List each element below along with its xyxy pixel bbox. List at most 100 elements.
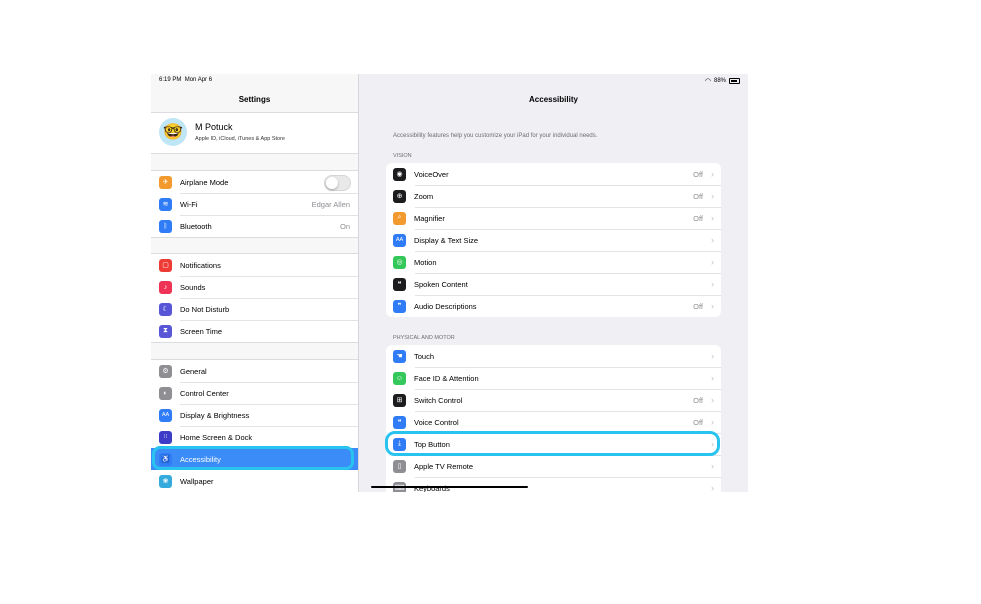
apple-id-profile-row[interactable]: 🤓 M Potuck Apple ID, iCloud, iTunes & Ap… xyxy=(151,112,358,154)
setting-label: Face ID & Attention xyxy=(414,373,479,383)
sidebar-group-connectivity: ✈ Airplane Mode ≋ Wi-Fi Edgar Allen ᛒ Bluetoot… xyxy=(151,170,358,238)
sidebar-item-do-not-disturb[interactable]: ☾ Do Not Disturb xyxy=(151,298,358,320)
sidebar-title: Settings xyxy=(238,95,271,104)
home-indicator[interactable] xyxy=(371,486,528,488)
vision-settings-card: ◉ VoiceOver Off › ⊕ Zoom Off › ⌕ Magnifier Off › AA D… xyxy=(386,163,721,317)
setting-label: Audio Descriptions xyxy=(414,301,477,311)
setting-label: VoiceOver xyxy=(414,169,449,179)
physical-motor-settings-card: ☚ Touch › ☺ Face ID & Attention › ⊞ Switch Cont… xyxy=(386,345,721,492)
setting-label: Zoom xyxy=(414,191,434,201)
sidebar-item-wallpaper[interactable]: ❀ Wallpaper xyxy=(151,470,358,492)
moon-icon: ☾ xyxy=(159,302,172,316)
audio-description-icon: ❞ xyxy=(393,299,406,313)
sidebar-item-notifications[interactable]: ▢ Notifications xyxy=(151,254,358,276)
sidebar-item-label: Display & Brightness xyxy=(180,410,250,420)
setting-row-magnifier[interactable]: ⌕ Magnifier Off › xyxy=(386,207,721,229)
settings-sidebar: 6:19 PM Mon Apr 6 Settings 🤓 M Potuck Ap… xyxy=(151,74,359,492)
sidebar-item-label: Control Center xyxy=(180,388,229,398)
setting-row-zoom[interactable]: ⊕ Zoom Off › xyxy=(386,185,721,207)
chevron-right-icon: › xyxy=(711,373,714,383)
sidebar-item-screen-time[interactable]: ⧗ Screen Time xyxy=(151,320,358,342)
setting-row-motion[interactable]: ◎ Motion › xyxy=(386,251,721,273)
magnifier-icon: ⌕ xyxy=(393,211,406,225)
setting-row-touch[interactable]: ☚ Touch › xyxy=(386,345,721,367)
chevron-right-icon: › xyxy=(711,461,714,471)
airplane-icon: ✈ xyxy=(159,175,172,189)
section-header-physical-motor: PHYSICAL AND MOTOR xyxy=(393,335,455,341)
sidebar-item-display-and-brightness[interactable]: AA Display & Brightness xyxy=(151,404,358,426)
sidebar-item-value: On xyxy=(339,221,350,231)
setting-value: Off xyxy=(693,169,703,179)
switch-control-icon: ⊞ xyxy=(393,393,406,407)
setting-row-spoken-content[interactable]: ❝ Spoken Content › xyxy=(386,273,721,295)
sidebar-item-airplane-mode[interactable]: ✈ Airplane Mode xyxy=(151,171,358,193)
toggles-icon: ◐ xyxy=(159,386,172,400)
voiceover-icon: ◉ xyxy=(393,167,406,181)
sidebar-item-label: Notifications xyxy=(180,260,221,270)
sidebar-item-control-center[interactable]: ◐ Control Center xyxy=(151,382,358,404)
setting-row-audio-descriptions[interactable]: ❞ Audio Descriptions Off › xyxy=(386,295,721,317)
setting-value: Off xyxy=(693,213,703,223)
sidebar-group-notifications: ▢ Notifications ♪ Sounds ☾ Do Not Disturb ⧗ Scr… xyxy=(151,253,358,343)
voice-control-icon: ❝ xyxy=(393,415,406,429)
setting-value: Off xyxy=(693,191,703,201)
page-title: Accessibility xyxy=(529,95,578,104)
speech-bubble-icon: ❝ xyxy=(393,277,406,291)
sidebar-item-label: Screen Time xyxy=(180,326,223,336)
chevron-right-icon: › xyxy=(711,395,714,405)
remote-icon: ▯ xyxy=(393,459,406,473)
accessibility-description: Accessibility features help you customiz… xyxy=(393,133,598,139)
setting-row-display-and-text-size[interactable]: AA Display & Text Size › xyxy=(386,229,721,251)
setting-row-switch-control[interactable]: ⊞ Switch Control Off › xyxy=(386,389,721,411)
wallpaper-icon: ❀ xyxy=(159,474,172,488)
sidebar-item-value: Edgar Allen xyxy=(311,199,350,209)
sidebar-item-label: General xyxy=(180,366,207,376)
sidebar-item-label: Sounds xyxy=(180,282,206,292)
setting-label: Voice Control xyxy=(414,417,459,427)
wifi-icon: ≋ xyxy=(159,197,172,211)
motion-icon: ◎ xyxy=(393,255,406,269)
setting-row-voiceover[interactable]: ◉ VoiceOver Off › xyxy=(386,163,721,185)
sounds-icon: ♪ xyxy=(159,280,172,294)
sidebar-item-label: Bluetooth xyxy=(180,221,212,231)
battery-percent: 88% xyxy=(713,78,726,84)
chevron-right-icon: › xyxy=(711,257,714,267)
sidebar-item-wi-fi[interactable]: ≋ Wi-Fi Edgar Allen xyxy=(151,193,358,215)
sidebar-item-general[interactable]: ⚙ General xyxy=(151,360,358,382)
setting-label: Switch Control xyxy=(414,395,463,405)
chevron-right-icon: › xyxy=(711,301,714,311)
sidebar-item-home-screen-and-dock[interactable]: ⁞⁞ Home Screen & Dock xyxy=(151,426,358,448)
setting-label: Apple TV Remote xyxy=(414,461,474,471)
wifi-status-icon: ◠ xyxy=(704,78,711,85)
chevron-right-icon: › xyxy=(711,279,714,289)
notifications-icon: ▢ xyxy=(159,258,172,272)
sidebar-group-general: ⚙ General ◐ Control Center AA Display & Brigh… xyxy=(151,359,358,492)
chevron-right-icon: › xyxy=(711,483,714,492)
avatar: 🤓 xyxy=(159,118,187,146)
accessibility-highlight-callout xyxy=(152,446,354,470)
setting-row-apple-tv-remote[interactable]: ▯ Apple TV Remote › xyxy=(386,455,721,477)
status-time-date: 6:19 PM Mon Apr 6 xyxy=(159,77,212,83)
airplane-mode-toggle[interactable] xyxy=(324,175,351,191)
sidebar-item-bluetooth[interactable]: ᛒ Bluetooth On xyxy=(151,215,358,237)
text-size-icon: AA xyxy=(393,233,406,247)
sidebar-item-label: Home Screen & Dock xyxy=(180,432,253,442)
setting-row-face-id-and-attention[interactable]: ☺ Face ID & Attention › xyxy=(386,367,721,389)
status-indicators: ◠ 88% xyxy=(705,77,740,85)
setting-row-keyboards[interactable]: ⌨Keyboards› xyxy=(386,477,721,492)
profile-subtitle: Apple ID, iCloud, iTunes & App Store xyxy=(195,136,285,142)
setting-label: Display & Text Size xyxy=(414,235,479,245)
setting-value: Off xyxy=(693,301,703,311)
sidebar-item-label: Airplane Mode xyxy=(180,177,229,187)
touch-hand-icon: ☚ xyxy=(393,349,406,363)
sidebar-item-sounds[interactable]: ♪ Sounds xyxy=(151,276,358,298)
accessibility-detail-pane: ◠ 88% Accessibility Accessibility featur… xyxy=(359,74,748,492)
zoom-icon: ⊕ xyxy=(393,189,406,203)
ipad-screen: 6:19 PM Mon Apr 6 Settings 🤓 M Potuck Ap… xyxy=(151,74,748,492)
sidebar-item-label: Wallpaper xyxy=(180,476,214,486)
battery-icon xyxy=(729,78,740,84)
bluetooth-icon: ᛒ xyxy=(159,219,172,233)
setting-row-voice-control[interactable]: ❝ Voice Control Off › xyxy=(386,411,721,433)
setting-label: Spoken Content xyxy=(414,279,468,289)
chevron-right-icon: › xyxy=(711,169,714,179)
